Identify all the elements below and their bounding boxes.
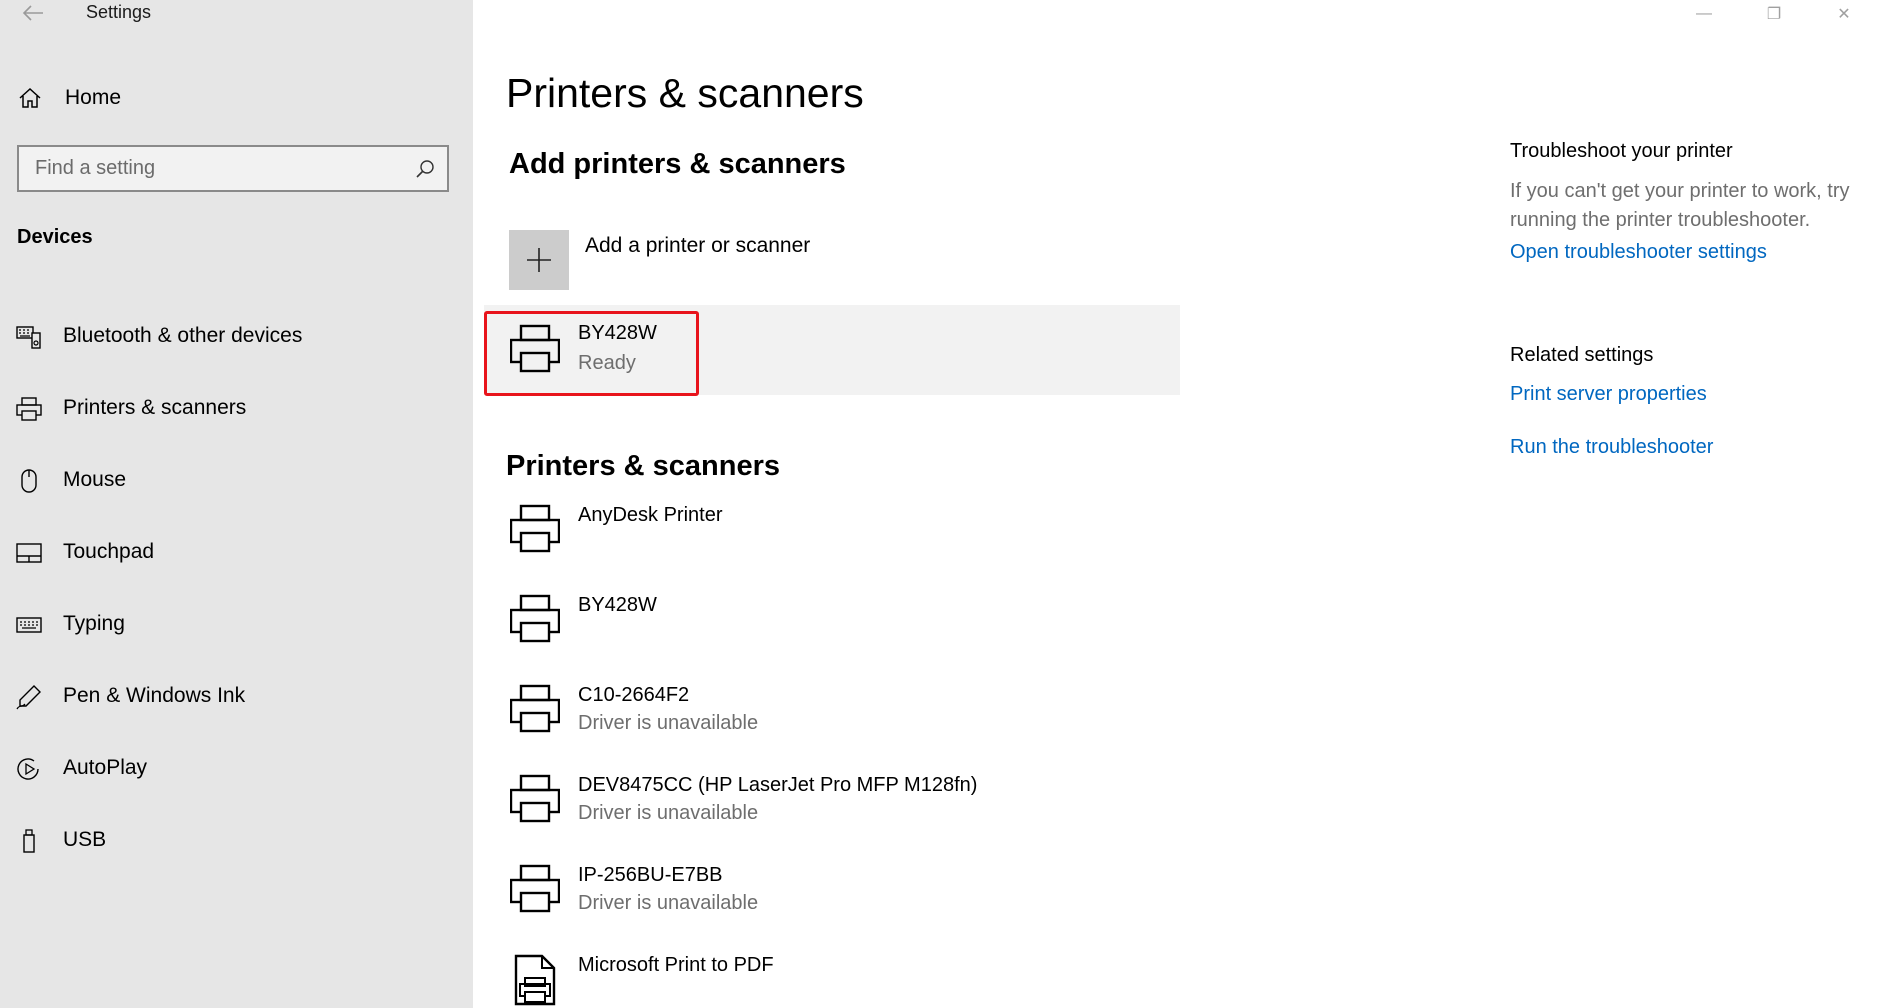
sidebar-item-mouse[interactable]: Mouse (0, 444, 473, 516)
bluetooth-devices-icon (16, 324, 42, 350)
list-item[interactable]: DEV8475CC (HP LaserJet Pro MFP M128fn) D… (506, 770, 1206, 860)
minimize-button[interactable]: — (1669, 0, 1739, 28)
related-settings-title: Related settings (1510, 344, 1654, 366)
print-server-properties-link[interactable]: Print server properties (1510, 383, 1879, 406)
back-button[interactable] (16, 0, 50, 26)
pen-icon (16, 684, 42, 710)
printer-status: Driver is unavailable (578, 802, 759, 824)
troubleshoot-title: Troubleshoot your printer (1510, 140, 1733, 162)
close-button[interactable]: ✕ (1809, 0, 1879, 28)
open-troubleshooter-link[interactable]: Open troubleshooter settings (1510, 241, 1879, 264)
maximize-button[interactable]: ❐ (1739, 0, 1809, 28)
list-item[interactable]: IP-256BU-E7BB Driver is unavailable (506, 860, 1206, 950)
sidebar-item-typing[interactable]: Typing (0, 588, 473, 660)
mouse-icon (16, 468, 42, 494)
sidebar-item-label: Touchpad (63, 540, 155, 563)
printer-name: BY428W (578, 594, 657, 616)
printer-name: DEV8475CC (HP LaserJet Pro MFP M128fn) (578, 774, 978, 796)
sidebar-item-touchpad[interactable]: Touchpad (0, 516, 473, 588)
add-printer-label: Add a printer or scanner (585, 234, 811, 257)
add-printer-button[interactable]: Add a printer or scanner (509, 230, 1209, 290)
autoplay-icon (16, 756, 42, 782)
printer-icon (510, 774, 560, 826)
list-item[interactable]: AnyDesk Printer (506, 500, 1206, 590)
window-controls: — ❐ ✕ (1669, 0, 1879, 28)
printer-status: Driver is unavailable (578, 892, 759, 914)
sidebar-item-label: Printers & scanners (63, 396, 247, 419)
touchpad-icon (16, 540, 42, 566)
sidebar-item-bluetooth[interactable]: Bluetooth & other devices (0, 300, 473, 372)
related-settings-panel: Related settings Print server properties… (1510, 344, 1879, 459)
sidebar-item-label: Bluetooth & other devices (63, 324, 303, 347)
search-icon[interactable] (415, 159, 435, 179)
printer-name: C10-2664F2 (578, 684, 690, 706)
selected-device-status: Ready (578, 352, 636, 374)
sidebar: Settings Home Devices Bluetooth & other … (0, 0, 473, 1008)
add-box[interactable] (509, 230, 569, 290)
list-item[interactable]: Microsoft Print to PDF (506, 950, 1206, 1008)
home-icon (18, 86, 42, 110)
section-title-devices: Devices (17, 226, 93, 248)
keyboard-icon (16, 612, 42, 638)
sidebar-item-label: Pen & Windows Ink (63, 684, 246, 707)
printers-list-title: Printers & scanners (506, 450, 781, 482)
selected-device-name: BY428W (578, 322, 657, 344)
usb-icon (16, 828, 42, 854)
list-item[interactable]: BY428W (506, 590, 1206, 680)
sidebar-item-label: USB (63, 828, 107, 851)
app-title: Settings (86, 2, 152, 22)
printer-icon (16, 396, 42, 422)
printer-icon (510, 864, 560, 916)
sidebar-item-printers[interactable]: Printers & scanners (0, 372, 473, 444)
troubleshoot-panel: Troubleshoot your printer If you can't g… (1510, 140, 1879, 264)
search-box[interactable] (17, 145, 449, 192)
printer-name: IP-256BU-E7BB (578, 864, 723, 886)
sidebar-item-home[interactable]: Home (0, 78, 473, 118)
back-arrow-icon (22, 5, 43, 21)
printer-icon (510, 324, 560, 376)
run-troubleshooter-link[interactable]: Run the troubleshooter (1510, 436, 1879, 459)
printer-icon (510, 504, 560, 556)
sidebar-item-label: Mouse (63, 468, 127, 491)
title-bar: Settings (0, 0, 473, 28)
printer-name: AnyDesk Printer (578, 504, 723, 526)
sidebar-item-label: Typing (63, 612, 125, 635)
list-item[interactable]: C10-2664F2 Driver is unavailable (506, 680, 1206, 770)
search-input[interactable] (19, 147, 447, 190)
sidebar-item-label: AutoPlay (63, 756, 148, 779)
sidebar-item-label: Home (65, 86, 122, 109)
sidebar-item-autoplay[interactable]: AutoPlay (0, 732, 473, 804)
sidebar-nav: Bluetooth & other devices Printers & sca… (0, 300, 473, 876)
printer-icon (510, 684, 560, 736)
printer-list: AnyDesk Printer BY428W C10-2664F2 Driver… (506, 500, 1206, 1008)
sidebar-item-usb[interactable]: USB (0, 804, 473, 876)
troubleshoot-description: If you can't get your printer to work, t… (1510, 180, 1850, 231)
page-title: Printers & scanners (506, 70, 864, 116)
plus-icon (527, 248, 551, 272)
printer-status: Driver is unavailable (578, 712, 759, 734)
printer-icon (510, 594, 560, 646)
sidebar-item-pen[interactable]: Pen & Windows Ink (0, 660, 473, 732)
printer-name: Microsoft Print to PDF (578, 954, 774, 976)
pdf-printer-icon (510, 954, 560, 1006)
add-section-title: Add printers & scanners (509, 148, 846, 180)
